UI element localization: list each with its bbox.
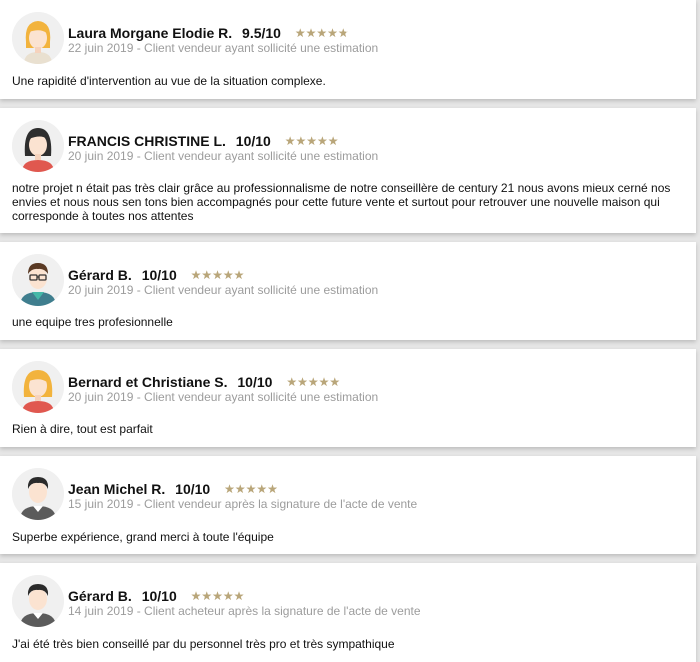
man-avatar-icon: [12, 468, 64, 520]
review-comment: Superbe expérience, grand merci à toute …: [12, 530, 274, 544]
review-score: 10/10: [175, 481, 211, 497]
star-rating: ★★★★★ ★★★★★: [224, 482, 278, 496]
review-meta: 14 juin 2019 - Client acheteur après la …: [68, 604, 421, 618]
review-header: Gérard B. 10/10 ★★★★★ ★★★★★: [68, 267, 244, 283]
reviewer-name: Laura Morgane Elodie R.: [68, 25, 233, 41]
review-score: 10/10: [141, 588, 177, 604]
review-score: 10/10: [141, 267, 177, 283]
reviewer-name: Gérard B.: [68, 267, 132, 283]
review-card: Bernard et Christiane S. 10/10 ★★★★★ ★★★★…: [0, 349, 696, 447]
reviewer-name: Jean Michel R.: [68, 481, 166, 497]
star-rating: ★★★★★ ★★★★★: [190, 589, 245, 603]
review-comment: Rien à dire, tout est parfait: [12, 422, 153, 436]
review-comment: J'ai été très bien conseillé par du pers…: [12, 637, 395, 651]
reviewer-name: Bernard et Christiane S.: [68, 374, 228, 390]
man-avatar-icon: [12, 575, 64, 627]
review-card: Gérard B. 10/10 ★★★★★ ★★★★★ 14 juin 2019 …: [0, 563, 696, 662]
review-header: Gérard B. 10/10 ★★★★★ ★★★★★: [68, 588, 244, 604]
review-meta: 22 juin 2019 - Client vendeur ayant soll…: [68, 41, 379, 55]
review-card: Jean Michel R. 10/10 ★★★★★ ★★★★★ 15 juin …: [0, 456, 696, 554]
review-score: 10/10: [237, 374, 273, 390]
review-header: Laura Morgane Elodie R. 9.5/10 ★★★★★ ★★★★…: [68, 25, 349, 41]
reviewer-name: Gérard B.: [68, 588, 132, 604]
woman-blonde-avatar-icon: [12, 361, 64, 413]
review-card: Gérard B. 10/10 ★★★★★ ★★★★★ 20 juin 2019 …: [0, 242, 696, 340]
review-comment: une equipe tres profesionnelle: [12, 315, 173, 329]
review-header: FRANCIS CHRISTINE L. 10/10 ★★★★★ ★★★★★: [68, 133, 339, 149]
woman-blonde-avatar-icon: [12, 12, 64, 64]
review-card: FRANCIS CHRISTINE L. 10/10 ★★★★★ ★★★★★ 20…: [0, 108, 696, 233]
star-rating: ★★★★★ ★★★★★: [284, 134, 339, 148]
star-rating: ★★★★★ ★★★★★: [286, 375, 341, 389]
star-rating: ★★★★★ ★★★★★: [190, 268, 245, 282]
review-meta: 20 juin 2019 - Client vendeur ayant soll…: [68, 390, 379, 404]
review-header: Bernard et Christiane S. 10/10 ★★★★★ ★★★★…: [68, 374, 340, 390]
review-meta: 20 juin 2019 - Client vendeur ayant soll…: [68, 283, 379, 297]
review-comment: notre projet n était pas très clair grâc…: [12, 181, 671, 223]
review-meta: 15 juin 2019 - Client vendeur après la s…: [68, 497, 418, 511]
man-glasses-avatar-icon: [12, 254, 64, 306]
star-rating: ★★★★★ ★★★★★: [294, 26, 349, 40]
review-score: 10/10: [235, 133, 271, 149]
reviewer-name: FRANCIS CHRISTINE L.: [68, 133, 226, 149]
review-comment: Une rapidité d'intervention au vue de la…: [12, 74, 326, 88]
review-score: 9.5/10: [242, 25, 281, 41]
review-meta: 20 juin 2019 - Client vendeur ayant soll…: [68, 149, 379, 163]
woman-dark-hair-avatar-icon: [12, 120, 64, 172]
review-header: Jean Michel R. 10/10 ★★★★★ ★★★★★: [68, 481, 278, 497]
review-card: Laura Morgane Elodie R. 9.5/10 ★★★★★ ★★★★…: [0, 0, 696, 99]
